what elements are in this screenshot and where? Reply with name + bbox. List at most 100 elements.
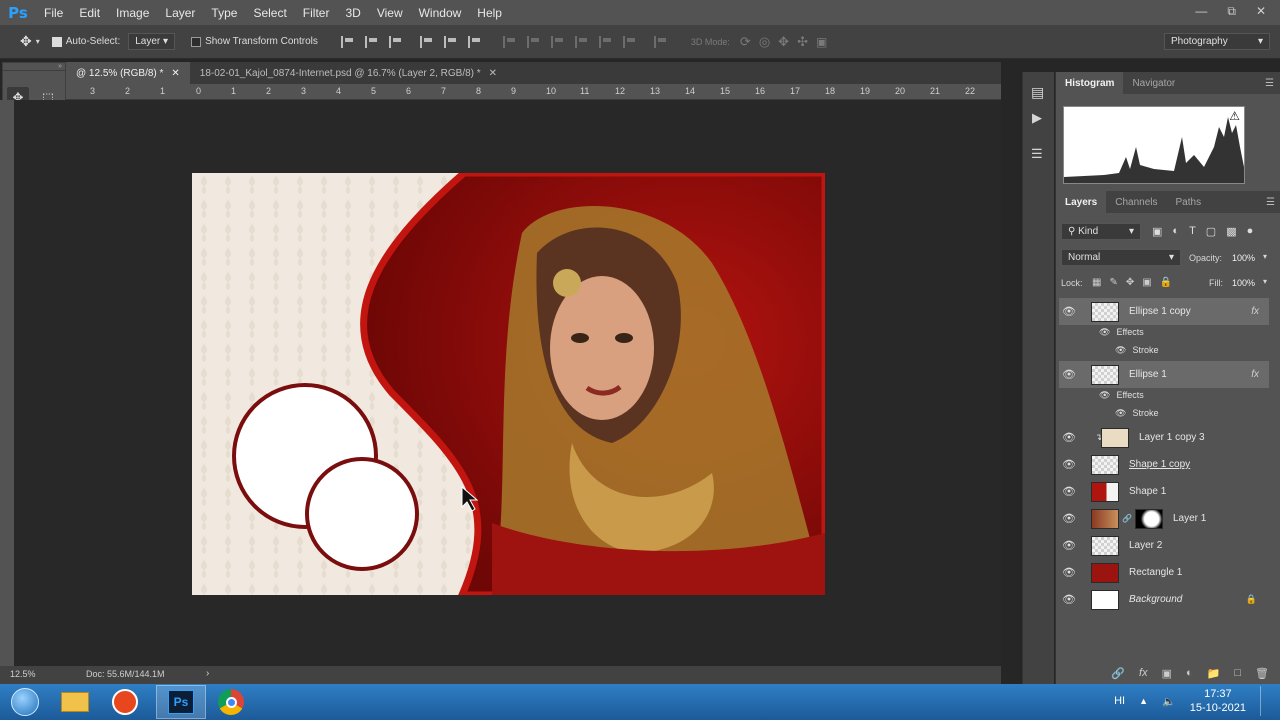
- lock-image-icon[interactable]: ✎: [1109, 277, 1117, 288]
- panel-menu-icon[interactable]: ☰: [1265, 78, 1274, 89]
- visibility-eye-icon[interactable]: 👁: [1059, 566, 1079, 579]
- ellipse-1-copy[interactable]: [305, 457, 419, 571]
- status-menu-arrow-icon[interactable]: ›: [206, 668, 209, 679]
- distribute-hcenter-icon[interactable]: [598, 35, 613, 48]
- delete-layer-icon[interactable]: 🗑: [1255, 667, 1269, 680]
- link-layers-icon[interactable]: 🔗: [1111, 667, 1125, 680]
- tool-preset-chevron-icon[interactable]: ▾: [36, 37, 40, 46]
- minimize-icon[interactable]: —: [1195, 4, 1207, 19]
- new-layer-icon[interactable]: □: [1234, 667, 1241, 679]
- menu-layer[interactable]: Layer: [157, 6, 203, 20]
- 3d-rotate-icon[interactable]: ⟳: [740, 34, 751, 50]
- layer-row[interactable]: 👁 Shape 1: [1059, 478, 1269, 505]
- properties-panel-icon[interactable]: ☰: [1031, 146, 1043, 162]
- menu-file[interactable]: File: [36, 6, 71, 20]
- media-app-icon[interactable]: [100, 685, 150, 719]
- visibility-eye-icon[interactable]: 👁: [1059, 368, 1079, 381]
- opacity-value[interactable]: 100%: [1232, 253, 1255, 263]
- align-top-icon[interactable]: [340, 35, 355, 48]
- photoshop-icon[interactable]: Ps: [156, 685, 206, 719]
- chrome-icon[interactable]: [206, 685, 256, 719]
- actions-panel-icon[interactable]: ▶: [1032, 110, 1042, 126]
- layer-row[interactable]: 👁 Layer 2: [1059, 532, 1269, 559]
- tab-close-icon[interactable]: ✕: [171, 68, 179, 79]
- tray-expand-icon[interactable]: ▲: [1139, 696, 1148, 706]
- filter-type-icon[interactable]: T: [1189, 225, 1196, 238]
- filter-adjustment-icon[interactable]: ◐: [1172, 225, 1179, 238]
- 3d-roll-icon[interactable]: ◎: [759, 34, 770, 50]
- visibility-eye-icon[interactable]: 👁: [1059, 305, 1079, 318]
- language-indicator[interactable]: HI: [1114, 695, 1125, 707]
- history-panel-icon[interactable]: ▤: [1031, 84, 1044, 101]
- layer-mask-thumbnail[interactable]: [1134, 508, 1163, 529]
- tab-layers[interactable]: Layers: [1056, 191, 1107, 213]
- menu-window[interactable]: Window: [411, 6, 470, 20]
- fill-chevron-icon[interactable]: ▾: [1263, 277, 1267, 286]
- auto-select-target-dropdown[interactable]: Layer ▾: [128, 33, 176, 50]
- filter-smart-object-icon[interactable]: ▩: [1226, 225, 1236, 238]
- menu-edit[interactable]: Edit: [71, 6, 108, 20]
- distribute-right-icon[interactable]: [622, 35, 637, 48]
- fx-icon[interactable]: fx: [1251, 369, 1259, 380]
- distribute-vcenter-icon[interactable]: [526, 35, 541, 48]
- layer-row[interactable]: 👁 Shape 1 copy: [1059, 451, 1269, 478]
- layer-row[interactable]: 👁 🔗 Layer 1: [1059, 505, 1269, 532]
- filter-pixel-icon[interactable]: ▣: [1152, 225, 1162, 238]
- clock[interactable]: 17:37 15-10-2021: [1190, 687, 1246, 715]
- layer-row[interactable]: 👁 Ellipse 1 fx: [1059, 361, 1269, 388]
- visibility-eye-icon[interactable]: 👁: [1059, 431, 1079, 444]
- auto-select-option[interactable]: Auto-Select:: [51, 36, 120, 47]
- menu-type[interactable]: Type: [203, 6, 245, 20]
- visibility-eye-icon[interactable]: 👁: [1099, 390, 1110, 401]
- 3d-pan-icon[interactable]: ✥: [778, 34, 789, 50]
- align-vcenter-icon[interactable]: [364, 35, 379, 48]
- tab-navigator[interactable]: Navigator: [1123, 72, 1184, 94]
- file-explorer-icon[interactable]: [50, 685, 100, 719]
- effects-row[interactable]: 👁 Effects: [1059, 323, 1269, 341]
- workspace-dropdown[interactable]: Photography ▾: [1164, 33, 1270, 50]
- tab-document-kajol[interactable]: 18-02-01_Kajol_0874-Internet.psd @ 16.7%…: [190, 62, 507, 84]
- menu-view[interactable]: View: [369, 6, 411, 20]
- warning-icon[interactable]: ⚠: [1229, 109, 1240, 123]
- menu-3d[interactable]: 3D: [337, 6, 368, 20]
- blend-mode-dropdown[interactable]: Normal ▾: [1061, 249, 1181, 266]
- new-group-icon[interactable]: 📁: [1207, 667, 1221, 680]
- menu-filter[interactable]: Filter: [295, 6, 338, 20]
- 3d-scale-icon[interactable]: ▣: [816, 35, 827, 49]
- artwork-canvas[interactable]: [192, 173, 825, 595]
- lock-artboard-icon[interactable]: ▣: [1142, 277, 1151, 288]
- volume-icon[interactable]: 🔈: [1162, 695, 1176, 708]
- tab-histogram[interactable]: Histogram: [1056, 72, 1124, 94]
- layer-row[interactable]: 👁 Background 🔒: [1059, 586, 1269, 613]
- visibility-eye-icon[interactable]: 👁: [1059, 539, 1079, 552]
- mask-link-icon[interactable]: 🔗: [1122, 514, 1132, 523]
- visibility-eye-icon[interactable]: 👁: [1099, 327, 1110, 338]
- visibility-eye-icon[interactable]: 👁: [1059, 458, 1079, 471]
- menu-select[interactable]: Select: [245, 6, 294, 20]
- lock-transparent-icon[interactable]: ▦: [1092, 277, 1101, 288]
- add-mask-icon[interactable]: ▣: [1162, 667, 1172, 680]
- zoom-level[interactable]: 12.5%: [10, 669, 36, 679]
- align-hcenter-icon[interactable]: [443, 35, 458, 48]
- distribute-left-icon[interactable]: [574, 35, 589, 48]
- lock-all-icon[interactable]: 🔒: [1160, 277, 1172, 288]
- tab-paths[interactable]: Paths: [1167, 191, 1211, 213]
- visibility-eye-icon[interactable]: 👁: [1059, 512, 1079, 525]
- tab-channels[interactable]: Channels: [1106, 191, 1166, 213]
- visibility-eye-icon[interactable]: 👁: [1059, 485, 1079, 498]
- layers-panel-menu-icon[interactable]: ☰: [1266, 197, 1275, 208]
- start-orb-icon[interactable]: [0, 685, 50, 719]
- show-transform-checkbox[interactable]: [191, 36, 202, 47]
- align-bottom-icon[interactable]: [388, 35, 403, 48]
- fill-value[interactable]: 100%: [1232, 278, 1255, 288]
- vertical-ruler[interactable]: [0, 100, 14, 666]
- opacity-chevron-icon[interactable]: ▾: [1263, 252, 1267, 261]
- stroke-effect-row[interactable]: 👁 Stroke: [1059, 404, 1269, 422]
- layer-filter-dropdown[interactable]: ⚲ Kind ▾: [1061, 223, 1141, 240]
- new-adjustment-icon[interactable]: ◐: [1186, 667, 1193, 679]
- menu-help[interactable]: Help: [469, 6, 510, 20]
- distribute-top-icon[interactable]: [502, 35, 517, 48]
- close-icon[interactable]: ✕: [1256, 4, 1266, 19]
- lock-position-icon[interactable]: ✥: [1126, 277, 1134, 288]
- stroke-effect-row[interactable]: 👁 Stroke: [1059, 341, 1269, 359]
